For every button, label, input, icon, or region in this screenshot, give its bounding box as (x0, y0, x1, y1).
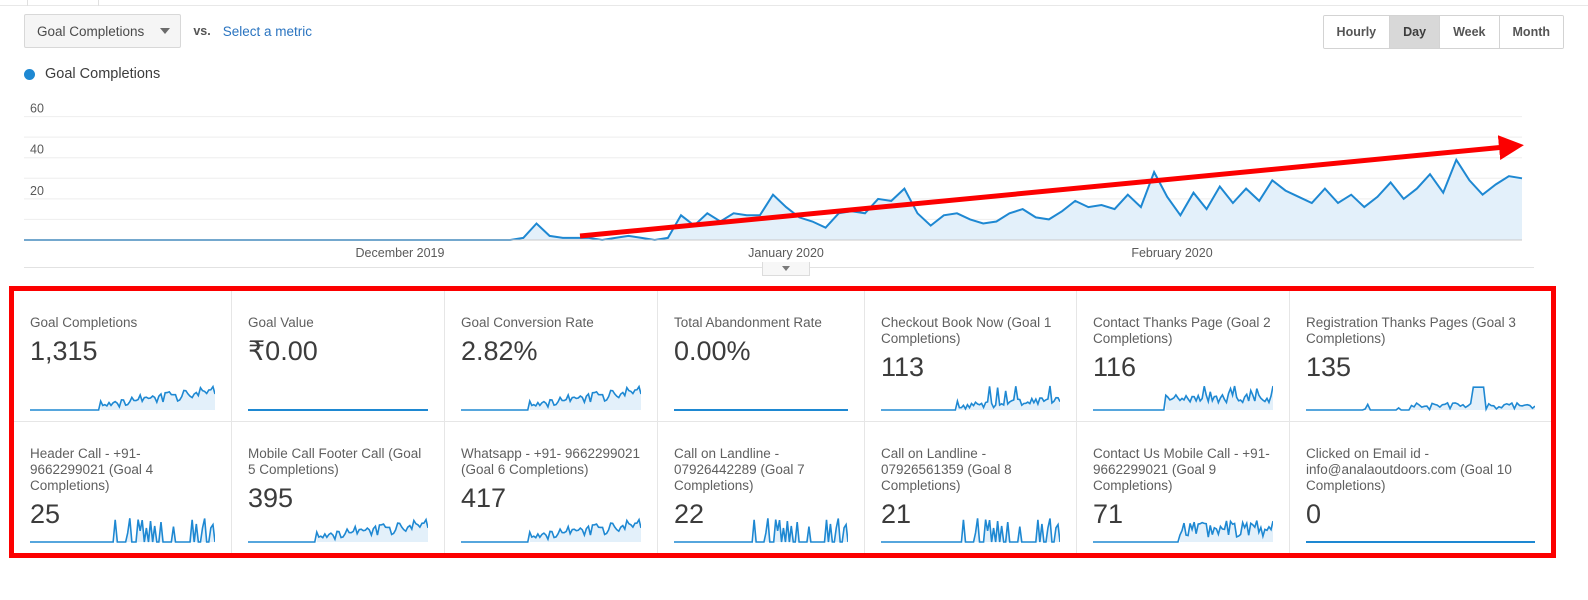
primary-metric-dropdown[interactable]: Goal Completions (24, 14, 182, 48)
metric-card[interactable]: Whatsapp - +91- 9662299021 (Goal 6 Compl… (445, 422, 658, 553)
metric-card-title: Goal Completions (30, 315, 138, 330)
metric-card-title: Goal Conversion Rate (461, 315, 594, 330)
metric-card-title: Whatsapp - +91- 9662299021 (Goal 6 Compl… (461, 446, 641, 477)
sparkline (461, 383, 641, 413)
sparkline (674, 383, 848, 413)
metric-card-value: 395 (248, 483, 294, 513)
metric-card[interactable]: Registration Thanks Pages (Goal 3 Comple… (1290, 291, 1551, 421)
metric-card-sparkline (248, 383, 428, 413)
chart-canvas: 20 40 60 (24, 102, 1524, 242)
metric-card[interactable]: Total Abandonment Rate 0.00% (658, 291, 865, 421)
window-top-edge (0, 0, 1588, 6)
granularity-button-day[interactable]: Day (1390, 16, 1441, 48)
chevron-down-icon (160, 28, 171, 34)
metric-card-title: Mobile Call Footer Call (Goal 5 Completi… (248, 446, 422, 477)
sparkline (461, 515, 641, 545)
primary-metric-label: Goal Completions (37, 23, 145, 39)
metric-card-sparkline (461, 515, 641, 545)
metric-card[interactable]: Goal Completions 1,315 (14, 291, 232, 421)
metric-cards-row-2: Header Call - +91- 9662299021 (Goal 4 Co… (14, 422, 1551, 553)
x-axis-tick-label: January 2020 (748, 246, 824, 260)
metric-selector-row: Goal Completions vs. Select a metric (24, 14, 312, 48)
metric-card-sparkline (1306, 515, 1535, 545)
sparkline (674, 515, 848, 545)
metric-card-sparkline (1093, 515, 1273, 545)
sparkline (1093, 383, 1273, 413)
metric-card-title: Call on Landline - 07926442289 (Goal 7 C… (674, 446, 805, 493)
metric-card-value: 1,315 (30, 336, 98, 366)
legend-color-swatch (24, 68, 35, 80)
metric-card[interactable]: Header Call - +91- 9662299021 (Goal 4 Co… (14, 422, 232, 553)
metric-card-title: Total Abandonment Rate (674, 315, 822, 330)
chart-legend: Goal Completions (24, 66, 160, 82)
metric-card[interactable]: Goal Conversion Rate 2.82% (445, 291, 658, 421)
metric-card-value: 113 (881, 352, 925, 382)
metric-card-sparkline (30, 515, 215, 545)
metric-card-sparkline (674, 383, 848, 413)
metric-card-title: Call on Landline - 07926561359 (Goal 8 C… (881, 446, 1012, 493)
sparkline (881, 383, 1060, 413)
metric-card[interactable]: Mobile Call Footer Call (Goal 5 Completi… (232, 422, 445, 553)
metric-card-title: Registration Thanks Pages (Goal 3 Comple… (1306, 315, 1516, 346)
metric-card-value: 417 (461, 483, 507, 513)
goal-completions-chart[interactable]: 20 40 60 (0, 88, 1588, 268)
metric-card-value: ₹0.00 (248, 336, 318, 366)
metric-card[interactable]: Call on Landline - 07926442289 (Goal 7 C… (658, 422, 865, 553)
metric-card-sparkline (881, 515, 1060, 545)
metric-card-title: Contact Thanks Page (Goal 2 Completions) (1093, 315, 1271, 346)
y-axis-tick-label: 60 (30, 102, 44, 116)
metric-card[interactable]: Goal Value ₹0.00 (232, 291, 445, 421)
granularity-button-week[interactable]: Week (1440, 16, 1500, 48)
sparkline (248, 515, 428, 545)
chevron-down-icon (782, 266, 790, 271)
metric-card-sparkline (674, 515, 848, 545)
metric-card[interactable]: Checkout Book Now (Goal 1 Completions) 11… (865, 291, 1077, 421)
sparkline (30, 383, 215, 413)
granularity-button-hourly[interactable]: Hourly (1323, 16, 1391, 48)
metric-card-title: Clicked on Email id - info@analaoutdoors… (1306, 446, 1512, 493)
tab-stub-right (98, 0, 1587, 6)
legend-series-label: Goal Completions (45, 66, 161, 82)
vs-label: vs. (193, 24, 211, 38)
y-axis-tick-label: 40 (30, 143, 44, 157)
metric-card-sparkline (1093, 383, 1273, 413)
sparkline (1093, 515, 1273, 545)
metric-card-title: Header Call - +91- 9662299021 (Goal 4 Co… (30, 446, 154, 493)
granularity-toggle-group: Hourly Day Week Month (1322, 15, 1564, 49)
metric-card-sparkline (1306, 383, 1535, 413)
metric-card-sparkline (461, 383, 641, 413)
metric-card-value: 116 (1093, 352, 1137, 382)
metric-card-title: Contact Us Mobile Call - +91- 9662299021… (1093, 446, 1270, 493)
granularity-button-month[interactable]: Month (1499, 16, 1563, 48)
x-axis-tick-label: December 2019 (355, 246, 445, 260)
metric-card-value: 135 (1306, 352, 1352, 382)
metric-card-sparkline (248, 515, 428, 545)
sparkline (30, 515, 215, 545)
metric-card[interactable]: Call on Landline - 07926561359 (Goal 8 C… (865, 422, 1077, 553)
metric-card[interactable]: Clicked on Email id - info@analaoutdoors… (1290, 422, 1551, 553)
y-axis-tick-label: 20 (30, 184, 44, 198)
sparkline (1306, 515, 1535, 545)
metric-card-title: Checkout Book Now (Goal 1 Completions) (881, 315, 1052, 346)
metric-card-title: Goal Value (248, 315, 314, 330)
x-axis-tick-label: February 2020 (1131, 246, 1213, 260)
metric-card-sparkline (881, 383, 1060, 413)
metric-cards-row-1: Goal Completions 1,315 Goal Value ₹0.00 Goal… (14, 291, 1551, 422)
select-secondary-metric-link[interactable]: Select a metric (223, 24, 312, 39)
metric-card-value: 0.00% (674, 336, 751, 366)
metric-card[interactable]: Contact Us Mobile Call - +91- 9662299021… (1077, 422, 1290, 553)
chart-collapse-handle[interactable] (762, 262, 810, 276)
metric-card-sparkline (30, 383, 215, 413)
metric-card[interactable]: Contact Thanks Page (Goal 2 Completions)… (1077, 291, 1290, 421)
metric-card-value: 2.82% (461, 336, 538, 366)
metric-cards-grid: Goal Completions 1,315 Goal Value ₹0.00 Goal… (14, 291, 1551, 553)
sparkline (1306, 383, 1535, 413)
sparkline (248, 383, 428, 413)
tab-stub-left (0, 0, 28, 6)
sparkline (881, 515, 1060, 545)
